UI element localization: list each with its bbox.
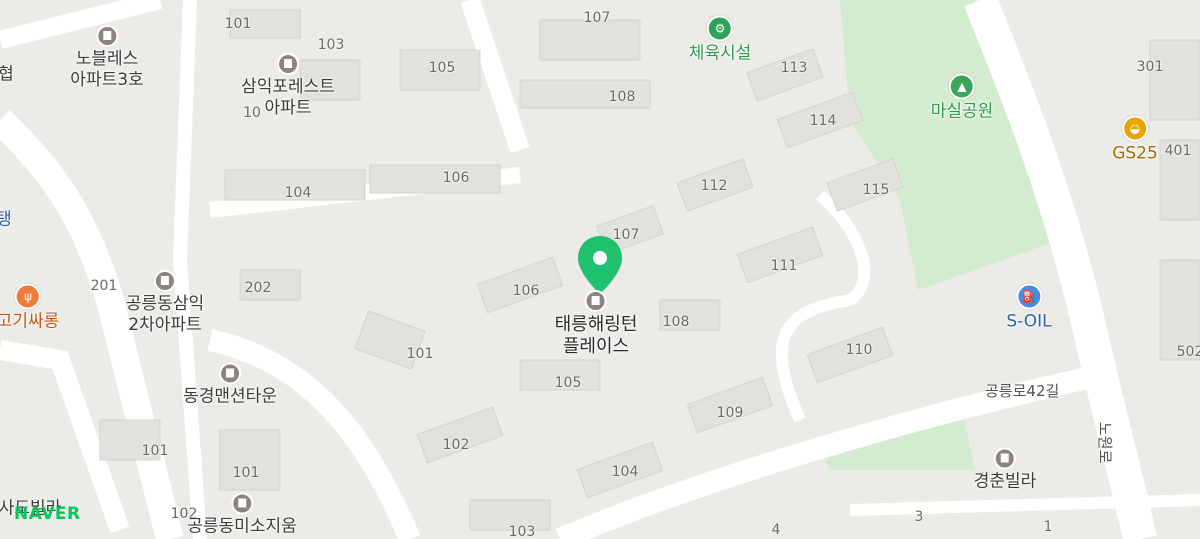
building-number: 104 (284, 185, 312, 201)
poi-gs25-label: GS25 (1112, 143, 1158, 164)
building-number: 103 (508, 524, 536, 539)
poi-park-label: 마실공원 (930, 101, 994, 122)
building-number: 108 (608, 89, 636, 105)
poi-soil-label: S-OIL (1006, 311, 1052, 332)
poi-misoji[interactable]: 공릉동미소지움 (187, 492, 297, 538)
apartment-icon (994, 447, 1016, 470)
road-label-nowon: 노원로 (1096, 422, 1114, 464)
building-number: 101 (224, 16, 252, 32)
selected-place-name-line2: 플레이스 (562, 336, 630, 357)
poi-gongneung-samik[interactable]: 공릉동삼익 2차아파트 (126, 270, 204, 336)
apartment-icon (585, 290, 607, 312)
poi-nobles[interactable]: 노블레스 아파트3호 (70, 25, 144, 91)
building-number: 108 (662, 314, 690, 330)
building-number: 301 (1136, 59, 1164, 75)
building-number: 102 (442, 437, 470, 453)
building-number: 3 (914, 509, 924, 525)
poi-soil[interactable]: ⛽ S-OIL (1006, 283, 1052, 333)
building-number: 201 (90, 278, 118, 294)
poi-samik-forest[interactable]: 삼익포레스트 아파트 (241, 53, 335, 119)
poi-gs25[interactable]: ◒ GS25 (1112, 115, 1158, 165)
building-number: 101 (406, 346, 434, 362)
location-pin-icon[interactable] (574, 234, 626, 296)
poi-gongneung-samik-line2: 2차아파트 (128, 315, 202, 335)
apartment-icon (95, 25, 118, 47)
building-number: 401 (1164, 143, 1192, 159)
poi-samik-forest-line2: 아파트 (264, 98, 312, 118)
poi-gyeongchun[interactable]: 경춘빌라 (973, 447, 1037, 493)
building-number: 112 (700, 178, 728, 194)
store-icon: ◒ (1121, 115, 1148, 142)
building-number: 104 (611, 464, 639, 480)
building-number: 113 (780, 60, 808, 76)
apartment-icon (153, 270, 176, 292)
apartment-icon (219, 362, 241, 385)
building-number: 107 (583, 10, 611, 26)
building-number: 103 (317, 37, 345, 53)
poi-gyeongchun-label: 경춘빌라 (973, 471, 1037, 492)
naver-logo: NAVER (14, 504, 81, 524)
building-number: 106 (442, 170, 470, 186)
building-number: 109 (716, 405, 744, 421)
building-number: 105 (428, 60, 456, 76)
poi-park[interactable]: ▲ 마실공원 (930, 73, 994, 123)
poi-nobles-line2: 아파트3호 (70, 70, 144, 90)
building-number: 4 (771, 522, 781, 538)
poi-gym-label: 체육시설 (688, 43, 752, 64)
building-number: 111 (770, 258, 798, 274)
road-label-gongneung42: 공릉로42길 (985, 382, 1060, 400)
poi-samik-forest-line1: 삼익포레스트 (241, 77, 335, 97)
building-number: 101 (232, 465, 260, 481)
apartment-icon (230, 492, 253, 515)
apartment-icon (277, 53, 299, 75)
map-canvas[interactable]: 107 113 108 114 112 115 107 111 106 108 … (0, 0, 1200, 539)
building-number: 110 (845, 342, 873, 358)
poi-misoji-label: 공릉동미소지움 (187, 516, 297, 537)
building-number: 202 (244, 280, 272, 296)
building-number: 502 (1176, 344, 1200, 360)
poi-gogi[interactable]: ψ 고기싸롱 (0, 283, 60, 333)
building-number: 1 (1043, 519, 1053, 535)
building-number: 115 (862, 182, 890, 198)
selected-place-name-line1: 태릉해링턴 (554, 314, 638, 335)
restaurant-icon: ψ (15, 283, 41, 310)
poi-gym[interactable]: ⚙ 체육시설 (688, 15, 752, 65)
edge-label: 협 (0, 64, 14, 85)
building-number: 114 (809, 113, 837, 129)
poi-donggyeong[interactable]: 동경맨션타운 (183, 362, 277, 408)
gas-station-icon: ⛽ (1015, 283, 1042, 310)
building-number: 105 (554, 375, 582, 391)
poi-nobles-line1: 노블레스 (75, 49, 139, 69)
tree-icon: ▲ (949, 73, 975, 100)
poi-gongneung-samik-line1: 공릉동삼익 (125, 294, 205, 314)
gym-icon: ⚙ (707, 15, 733, 42)
poi-gogi-label: 고기싸롱 (0, 311, 60, 332)
poi-donggyeong-label: 동경맨션타운 (183, 386, 277, 407)
selected-place-label[interactable]: 태릉해링턴 플레이스 (554, 290, 638, 358)
building-number: 101 (141, 443, 169, 459)
edge-label: 탱 (0, 209, 12, 230)
building-number: 106 (512, 283, 540, 299)
